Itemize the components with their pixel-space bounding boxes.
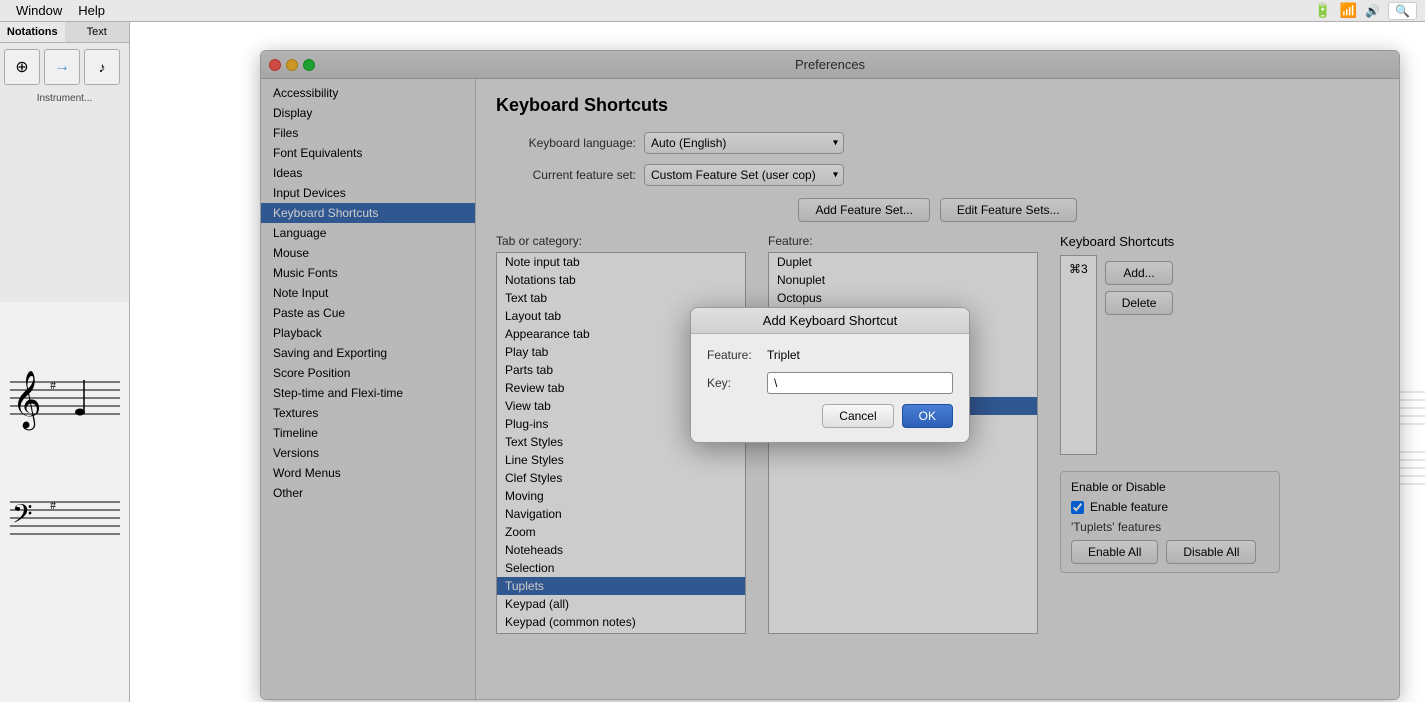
- svg-text:#: #: [50, 498, 56, 512]
- volume-icon: 🔊: [1365, 4, 1380, 18]
- menu-help[interactable]: Help: [70, 3, 113, 18]
- add-remove-btn[interactable]: ⊕: [4, 49, 40, 85]
- modal-ok-btn[interactable]: OK: [902, 404, 953, 428]
- svg-text:𝄢: 𝄢: [12, 499, 33, 535]
- transpose-btn[interactable]: ♪: [84, 49, 120, 85]
- modal-buttons: Cancel OK: [707, 404, 953, 428]
- tab-text[interactable]: Text: [65, 22, 130, 42]
- toolbar-icons: ⊕ → ♪: [0, 43, 129, 91]
- menu-bar: Window Help 🔋 📶 🔊 🔍: [0, 0, 1425, 22]
- change-btn[interactable]: →: [44, 49, 80, 85]
- preferences-dialog: Preferences AccessibilityDisplayFilesFon…: [260, 50, 1400, 700]
- modal-feature-row: Feature: Triplet: [707, 348, 953, 362]
- modal-key-row: Key:: [707, 372, 953, 394]
- modal-feature-label: Feature:: [707, 348, 767, 362]
- instrument-label: Instrument...: [0, 91, 129, 106]
- svg-text:#: #: [50, 378, 56, 392]
- modal-title: Add Keyboard Shortcut: [763, 313, 897, 328]
- add-shortcut-dialog: Add Keyboard Shortcut Feature: Triplet K…: [690, 307, 970, 443]
- modal-cancel-btn[interactable]: Cancel: [822, 404, 893, 428]
- score-preview: 𝄞 # 𝄢 #: [0, 302, 129, 702]
- wifi-icon: 📶: [1340, 2, 1357, 19]
- search-icon[interactable]: 🔍: [1388, 2, 1417, 20]
- modal-titlebar: Add Keyboard Shortcut: [691, 308, 969, 334]
- toolbar-tabs: Notations Text: [0, 22, 129, 43]
- toolbar-area: Notations Text ⊕ → ♪ Instrument... 𝄞 #: [0, 22, 130, 702]
- svg-text:𝄞: 𝄞: [12, 371, 42, 431]
- modal-body: Feature: Triplet Key: Cancel OK: [691, 334, 969, 442]
- modal-feature-value: Triplet: [767, 348, 800, 362]
- modal-key-label: Key:: [707, 376, 767, 390]
- modal-overlay: Add Keyboard Shortcut Feature: Triplet K…: [261, 51, 1399, 699]
- battery-icon: 🔋: [1314, 2, 1331, 19]
- modal-key-input[interactable]: [767, 372, 953, 394]
- tab-notations[interactable]: Notations: [0, 22, 65, 42]
- menu-window[interactable]: Window: [8, 3, 70, 18]
- score-area: 10 Preferences AccessibilityDisplayFil: [130, 22, 1425, 702]
